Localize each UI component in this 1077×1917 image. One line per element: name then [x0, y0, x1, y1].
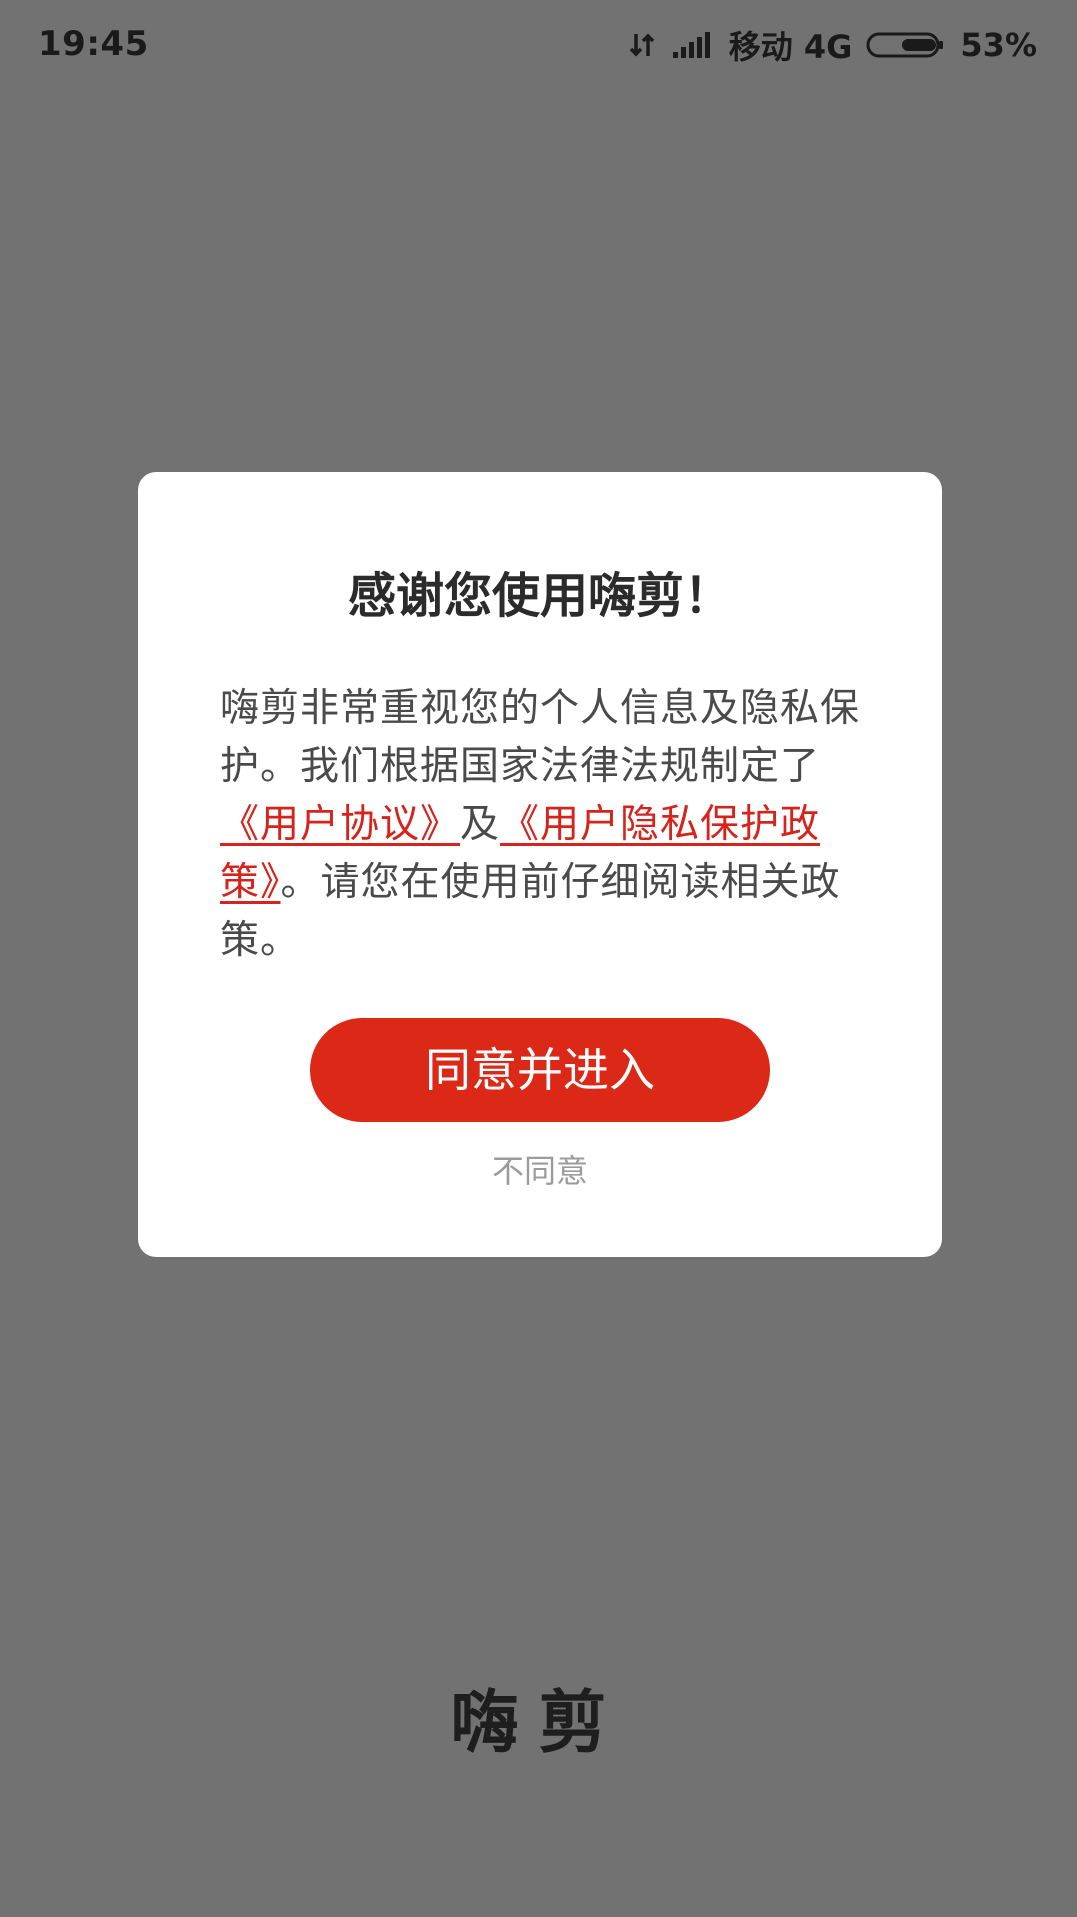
- signal-icon: [671, 30, 715, 60]
- body-text-outro: 。请您在使用前仔细阅读相关政策。: [220, 860, 841, 963]
- agree-and-enter-button[interactable]: 同意并进入: [310, 1018, 770, 1122]
- carrier-label: 移动 4G: [728, 28, 853, 66]
- splash-app-name: 嗨剪: [450, 1684, 627, 1763]
- user-agreement-link[interactable]: 《用户协议》: [220, 802, 460, 847]
- status-time: 19:45: [38, 24, 149, 64]
- status-bar: 19:45 移动 4G 53%: [0, 0, 1077, 92]
- body-text-conjunction: 及: [460, 802, 501, 847]
- body-text-intro: 嗨剪非常重视您的个人信息及隐私保护。我们根据国家法律法规制定了: [220, 686, 861, 789]
- privacy-dialog: 感谢您使用嗨剪！ 嗨剪非常重视您的个人信息及隐私保护。我们根据国家法律法规制定了…: [138, 472, 942, 1257]
- battery-percent: 53%: [960, 26, 1037, 64]
- data-transfer-icon: [627, 30, 657, 60]
- dialog-body: 嗨剪非常重视您的个人信息及隐私保护。我们根据国家法律法规制定了《用户协议》及《用…: [220, 680, 860, 970]
- disagree-button[interactable]: 不同意: [138, 1155, 942, 1187]
- battery-icon: [866, 30, 946, 60]
- status-indicators: 移动 4G 53%: [627, 24, 1037, 66]
- dialog-title: 感谢您使用嗨剪！: [347, 568, 732, 624]
